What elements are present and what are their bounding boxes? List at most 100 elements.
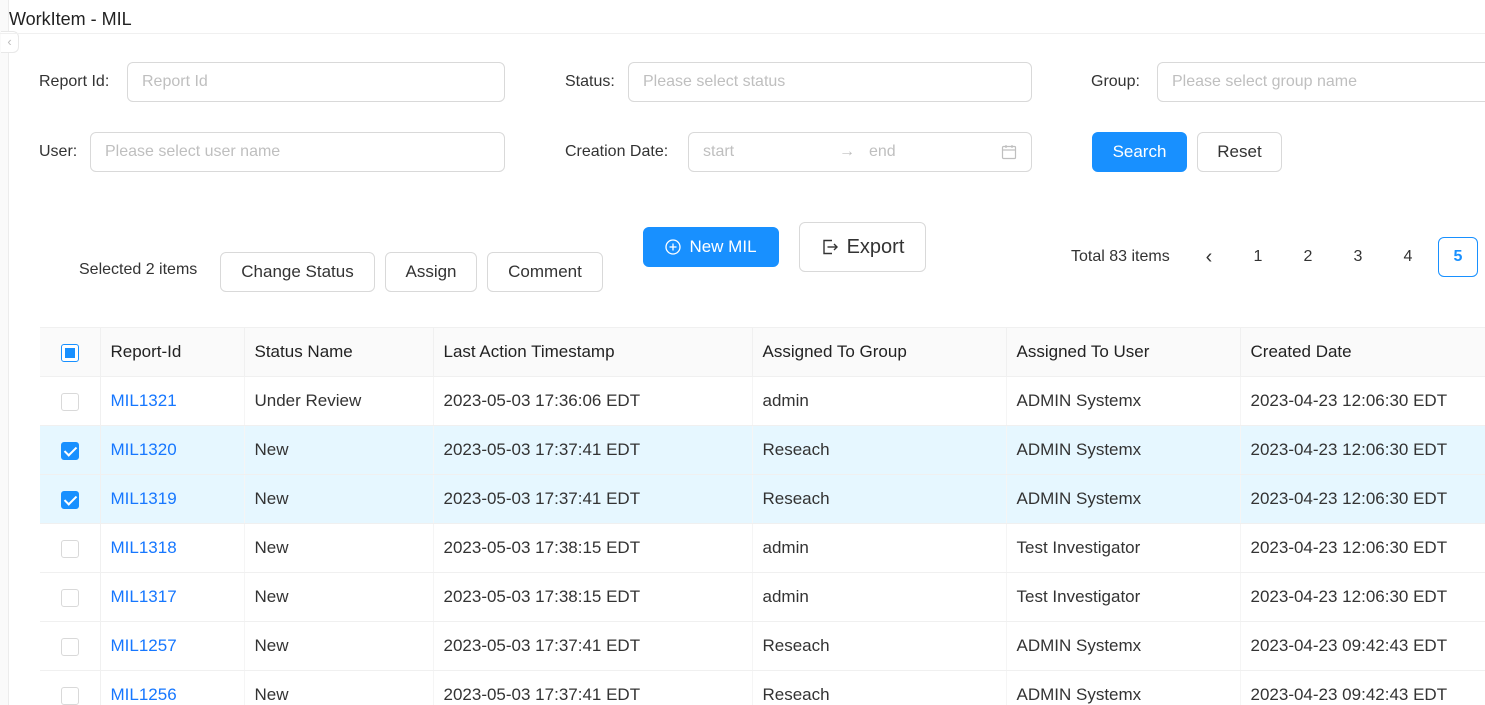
table-cell: 2023-04-23 09:42:43 EDT: [1239, 670, 1485, 705]
left-rail: [0, 0, 9, 705]
table-cell: admin: [751, 572, 1006, 622]
row-checkbox[interactable]: [60, 490, 79, 509]
date-start-input[interactable]: [703, 137, 823, 167]
select-all-cell[interactable]: [40, 327, 101, 377]
table-row[interactable]: MIL1256 New 2023-05-03 17:37:41 EDT Reseach…: [40, 670, 1485, 705]
page-title: WorkItem - MIL: [9, 9, 132, 29]
table-cell: 2023-05-03 17:37:41 EDT: [432, 425, 752, 475]
arrow-right-icon: →: [839, 143, 855, 160]
table-cell: New: [243, 670, 433, 705]
report-id-link[interactable]: MIL1321: [99, 376, 244, 426]
table-cell: New: [243, 425, 433, 475]
reset-button[interactable]: Reset: [1197, 132, 1282, 172]
user-select[interactable]: [90, 132, 505, 172]
pagination-page-1[interactable]: 1: [1238, 237, 1278, 277]
group-label: Group:: [1091, 73, 1140, 90]
row-checkbox[interactable]: [60, 539, 79, 558]
table-cell: Reseach: [751, 425, 1006, 475]
chevron-left-icon: ‹: [7, 34, 12, 49]
pagination-prev[interactable]: ‹: [1189, 237, 1229, 277]
table-row[interactable]: MIL1319 New 2023-05-03 17:37:41 EDT Reseach…: [40, 474, 1485, 524]
report-id-link[interactable]: MIL1318: [99, 523, 244, 573]
column-header[interactable]: Status Name: [243, 327, 433, 377]
report-id-link[interactable]: MIL1317: [99, 572, 244, 622]
row-checkbox[interactable]: [60, 392, 79, 411]
table-cell: 2023-05-03 17:38:15 EDT: [432, 572, 752, 622]
title-bar: WorkItem - MIL: [0, 0, 1485, 34]
table-cell: Reseach: [751, 474, 1006, 524]
table-row[interactable]: MIL1318 New 2023-05-03 17:38:15 EDT admin Te…: [40, 523, 1485, 573]
table-cell: New: [243, 474, 433, 524]
pagination-page-2[interactable]: 2: [1288, 237, 1328, 277]
row-checkbox[interactable]: [60, 441, 79, 460]
table-cell: New: [243, 572, 433, 622]
row-select-cell[interactable]: [40, 621, 101, 671]
column-header[interactable]: Assigned To Group: [751, 327, 1006, 377]
change-status-button[interactable]: Change Status: [220, 252, 375, 292]
table-cell: admin: [751, 523, 1006, 573]
selected-count: Selected 2 items: [79, 261, 198, 278]
table-cell: New: [243, 523, 433, 573]
table-cell: Reseach: [751, 670, 1006, 705]
table-row[interactable]: MIL1321 Under Review 2023-05-03 17:36:06 E…: [40, 376, 1485, 426]
table-cell: Test Investigator: [1005, 523, 1240, 573]
date-end-input[interactable]: [869, 137, 979, 167]
row-select-cell[interactable]: [40, 523, 101, 573]
table-cell: ADMIN Systemx: [1005, 670, 1240, 705]
row-checkbox[interactable]: [60, 637, 79, 656]
table-cell: ADMIN Systemx: [1005, 474, 1240, 524]
new-mil-label: New MIL: [689, 237, 757, 256]
row-select-cell[interactable]: [40, 474, 101, 524]
table-cell: 2023-04-23 09:42:43 EDT: [1239, 621, 1485, 671]
table-cell: New: [243, 621, 433, 671]
plus-circle-icon: [665, 239, 682, 255]
export-icon: [822, 239, 838, 255]
pagination-total: Total 83 items: [1071, 248, 1170, 265]
row-select-cell[interactable]: [40, 425, 101, 475]
report-id-link[interactable]: MIL1256: [99, 670, 244, 705]
table-row[interactable]: MIL1257 New 2023-05-03 17:37:41 EDT Reseach…: [40, 621, 1485, 671]
export-button[interactable]: Export: [799, 222, 926, 272]
table-cell: 2023-04-23 12:06:30 EDT: [1239, 376, 1485, 426]
status-label: Status:: [565, 73, 615, 90]
column-header[interactable]: Report-Id: [99, 327, 244, 377]
row-select-cell[interactable]: [40, 572, 101, 622]
report-id-link[interactable]: MIL1257: [99, 621, 244, 671]
comment-button[interactable]: Comment: [487, 252, 603, 292]
creation-date-range[interactable]: →: [688, 132, 1032, 172]
search-button[interactable]: Search: [1092, 132, 1187, 172]
report-id-link[interactable]: MIL1320: [99, 425, 244, 475]
report-id-link[interactable]: MIL1319: [99, 474, 244, 524]
table-cell: 2023-04-23 12:06:30 EDT: [1239, 523, 1485, 573]
select-all-checkbox[interactable]: [60, 343, 79, 362]
assign-button[interactable]: Assign: [385, 252, 477, 292]
report-id-input[interactable]: [127, 62, 505, 102]
table-cell: admin: [751, 376, 1006, 426]
column-header[interactable]: Assigned To User: [1005, 327, 1240, 377]
group-select[interactable]: [1157, 62, 1485, 102]
table-row[interactable]: MIL1317 New 2023-05-03 17:38:15 EDT admin Te…: [40, 572, 1485, 622]
table-header-row: Report-Id Status Name Last Action Timest…: [40, 327, 1485, 377]
status-select[interactable]: [628, 62, 1032, 102]
pagination-page-3[interactable]: 3: [1338, 237, 1378, 277]
pagination-page-4[interactable]: 4: [1388, 237, 1428, 277]
table-cell: ADMIN Systemx: [1005, 376, 1240, 426]
chevron-left-icon: ‹: [1205, 245, 1213, 268]
calendar-icon[interactable]: [1001, 144, 1017, 160]
pagination-page-5[interactable]: 5: [1438, 237, 1478, 277]
sidebar-collapse-toggle[interactable]: ‹: [1, 31, 19, 53]
row-select-cell[interactable]: [40, 670, 101, 705]
column-header[interactable]: Created Date: [1239, 327, 1485, 377]
table-cell: Reseach: [751, 621, 1006, 671]
row-checkbox[interactable]: [60, 588, 79, 607]
new-mil-button[interactable]: New MIL: [643, 227, 779, 267]
table-cell: ADMIN Systemx: [1005, 621, 1240, 671]
row-select-cell[interactable]: [40, 376, 101, 426]
column-header[interactable]: Last Action Timestamp: [432, 327, 752, 377]
table-cell: ADMIN Systemx: [1005, 425, 1240, 475]
creation-date-label: Creation Date:: [565, 143, 669, 160]
table-row[interactable]: MIL1320 New 2023-05-03 17:37:41 EDT Reseach…: [40, 425, 1485, 475]
table-cell: 2023-05-03 17:37:41 EDT: [432, 621, 752, 671]
row-checkbox[interactable]: [60, 686, 79, 705]
table-cell: Under Review: [243, 376, 433, 426]
